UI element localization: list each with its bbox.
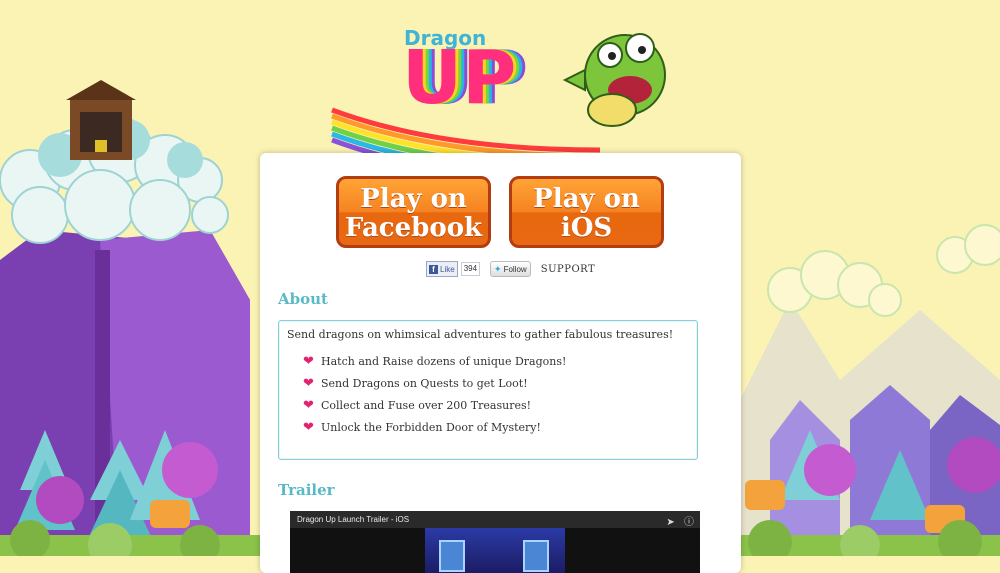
thumbnail-tile [439, 540, 465, 572]
feature-list: ❤ Hatch and Raise dozens of unique Dragon… [303, 350, 566, 438]
dragon-up-logo[interactable]: Dragon UP [330, 8, 690, 168]
heart-icon: ❤ [303, 419, 314, 435]
twitter-bird-icon: ✦ [494, 263, 502, 274]
support-link[interactable]: SUPPORT [541, 264, 595, 275]
list-item: ❤ Unlock the Forbidden Door of Mystery! [303, 416, 566, 438]
twitter-follow-button[interactable]: ✦ Follow [490, 261, 531, 277]
ios-button-line1: Play on [533, 184, 640, 214]
heart-icon: ❤ [303, 397, 314, 413]
right-cloud [767, 224, 1000, 317]
thumbnail-tile [523, 540, 549, 572]
trailer-video-player[interactable]: Dragon Up Launch Trailer - iOS ➤ ⓘ [290, 511, 700, 573]
about-box: Send dragons on whimsical adventures to … [278, 320, 698, 460]
social-bar: f Like 394 ✦ Follow SUPPORT [426, 261, 595, 277]
feature-text: Unlock the Forbidden Door of Mystery! [321, 420, 541, 434]
video-title-bar: Dragon Up Launch Trailer - iOS ➤ ⓘ [290, 511, 700, 528]
facebook-like-count: 394 [460, 262, 481, 276]
feature-text: Hatch and Raise dozens of unique Dragons… [321, 354, 567, 368]
feature-text: Collect and Fuse over 200 Treasures! [321, 398, 532, 412]
heart-icon: ❤ [303, 375, 314, 391]
play-on-ios-button[interactable]: Play on iOS [509, 176, 664, 248]
heart-icon: ❤ [303, 353, 314, 369]
trailer-heading: Trailer [278, 481, 335, 499]
main-panel: Play on Facebook Play on iOS f Like 394 … [260, 153, 741, 573]
list-item: ❤ Collect and Fuse over 200 Treasures! [303, 394, 566, 416]
facebook-icon: f [429, 264, 438, 274]
info-icon[interactable]: ⓘ [684, 517, 694, 528]
facebook-like-button[interactable]: f Like [426, 261, 458, 277]
list-item: ❤ Send Dragons on Quests to get Loot! [303, 372, 566, 394]
facebook-button-line2: Facebook [344, 213, 483, 243]
ios-button-line2: iOS [560, 213, 613, 243]
video-controls: ➤ ⓘ [666, 513, 694, 528]
logo-word-up: UP [402, 35, 517, 121]
play-on-facebook-button[interactable]: Play on Facebook [336, 176, 491, 248]
list-item: ❤ Hatch and Raise dozens of unique Dragon… [303, 350, 566, 372]
video-title[interactable]: Dragon Up Launch Trailer - iOS [297, 515, 409, 524]
twitter-follow-label: Follow [503, 264, 527, 274]
treasure-tower [66, 80, 136, 160]
share-icon[interactable]: ➤ [666, 517, 674, 528]
facebook-button-line1: Play on [360, 184, 467, 214]
feature-text: Send Dragons on Quests to get Loot! [321, 376, 528, 390]
about-intro: Send dragons on whimsical adventures to … [287, 328, 674, 341]
about-heading: About [278, 290, 328, 308]
video-thumbnail[interactable] [425, 528, 565, 573]
facebook-like-label: Like [440, 264, 455, 274]
